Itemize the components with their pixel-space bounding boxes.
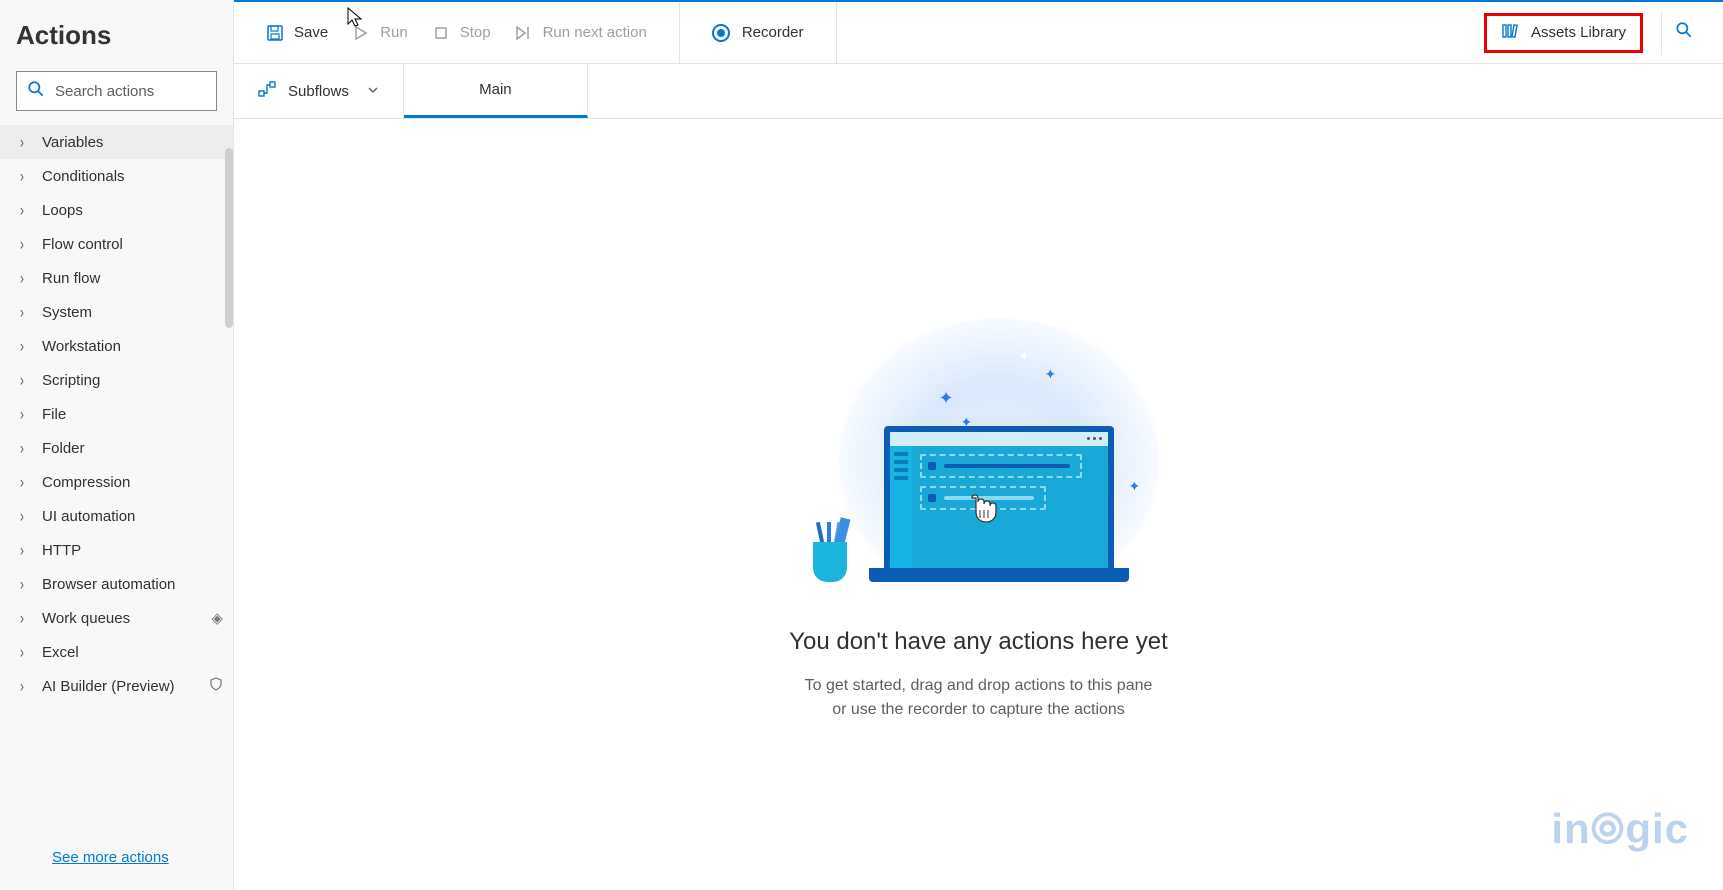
empty-state-subtitle: To get started, drag and drop actions to… <box>805 674 1153 722</box>
category-label: Workstation <box>42 338 223 355</box>
chevron-right-icon: › <box>20 676 32 696</box>
see-more-actions-link[interactable]: See more actions <box>52 849 169 866</box>
chevron-right-icon: › <box>20 234 32 254</box>
tab-main[interactable]: Main <box>404 64 588 118</box>
chevron-right-icon: › <box>20 506 32 526</box>
category-label: Conditionals <box>42 168 223 185</box>
recorder-label: Recorder <box>742 24 804 41</box>
run-next-action-button[interactable]: Run next action <box>515 24 647 42</box>
category-label: AI Builder (Preview) <box>42 678 203 695</box>
category-item-folder[interactable]: › Folder <box>0 431 233 465</box>
play-icon <box>352 24 370 42</box>
category-label: Loops <box>42 202 223 219</box>
chevron-right-icon: › <box>20 200 32 220</box>
stop-button[interactable]: Stop <box>432 24 491 42</box>
category-label: Flow control <box>42 236 223 253</box>
empty-state-title: You don't have any actions here yet <box>789 628 1168 656</box>
chevron-right-icon: › <box>20 268 32 288</box>
save-label: Save <box>294 24 328 41</box>
sidebar-title: Actions <box>0 0 233 61</box>
tab-main-label: Main <box>479 81 512 98</box>
category-label: Variables <box>42 134 223 151</box>
actions-sidebar: Actions › Variables › Conditionals › Loops › Fl… <box>0 0 234 890</box>
empty-state-illustration: ✦ ✦ ✦ ✦ ✦ <box>799 318 1159 598</box>
category-item-excel[interactable]: › Excel <box>0 635 233 669</box>
category-label: Browser automation <box>42 576 223 593</box>
category-item-flow-control[interactable]: › Flow control <box>0 227 233 261</box>
category-item-http[interactable]: › HTTP <box>0 533 233 567</box>
search-actions-box[interactable] <box>16 71 217 111</box>
category-label: Folder <box>42 440 223 457</box>
action-categories: › Variables › Conditionals › Loops › Flow contr… <box>0 125 233 835</box>
category-label: Work queues <box>42 610 205 627</box>
chevron-right-icon: › <box>20 608 32 628</box>
category-label: Excel <box>42 644 223 661</box>
subflows-dropdown[interactable]: Subflows <box>234 64 404 118</box>
designer-canvas[interactable]: ✦ ✦ ✦ ✦ ✦ <box>234 119 1723 890</box>
run-button[interactable]: Run <box>352 24 408 42</box>
subflows-icon <box>258 80 276 102</box>
category-item-ui-automation[interactable]: › UI automation <box>0 499 233 533</box>
watermark-logo: in⦾gic <box>1551 805 1689 854</box>
premium-icon: ◈ <box>211 609 223 627</box>
category-item-run-flow[interactable]: › Run flow <box>0 261 233 295</box>
category-label: File <box>42 406 223 423</box>
category-item-compression[interactable]: › Compression <box>0 465 233 499</box>
chevron-right-icon: › <box>20 642 32 662</box>
record-icon <box>712 24 730 42</box>
category-label: HTTP <box>42 542 223 559</box>
chevron-right-icon: › <box>20 302 32 322</box>
search-actions-input[interactable] <box>55 83 254 100</box>
category-item-work-queues[interactable]: › Work queues ◈ <box>0 601 233 635</box>
recorder-button[interactable]: Recorder <box>712 24 804 42</box>
save-button[interactable]: Save <box>266 24 328 42</box>
search-icon <box>27 80 45 103</box>
run-next-label: Run next action <box>543 24 647 41</box>
chevron-right-icon: › <box>20 132 32 152</box>
category-item-conditionals[interactable]: › Conditionals <box>0 159 233 193</box>
run-label: Run <box>380 24 408 41</box>
stop-icon <box>432 24 450 42</box>
category-item-scripting[interactable]: › Scripting <box>0 363 233 397</box>
chevron-right-icon: › <box>20 438 32 458</box>
category-label: System <box>42 304 223 321</box>
category-label: Compression <box>42 474 223 491</box>
chevron-right-icon: › <box>20 166 32 186</box>
subflow-tabstrip: Subflows Main <box>234 64 1723 119</box>
toolbar-search-button[interactable] <box>1661 11 1705 55</box>
category-item-system[interactable]: › System <box>0 295 233 329</box>
search-icon <box>1675 21 1693 44</box>
category-label: Scripting <box>42 372 223 389</box>
category-item-variables[interactable]: › Variables <box>0 125 233 159</box>
save-icon <box>266 24 284 42</box>
category-item-file[interactable]: › File <box>0 397 233 431</box>
top-toolbar: Save Run Stop Run next action Recorder <box>234 0 1723 64</box>
chevron-right-icon: › <box>20 404 32 424</box>
category-label: UI automation <box>42 508 223 525</box>
chevron-right-icon: › <box>20 370 32 390</box>
category-label: Run flow <box>42 270 223 287</box>
category-item-browser-automation[interactable]: › Browser automation <box>0 567 233 601</box>
chevron-right-icon: › <box>20 336 32 356</box>
stop-label: Stop <box>460 24 491 41</box>
shield-icon <box>209 677 223 695</box>
assets-library-button[interactable]: Assets Library <box>1484 13 1643 53</box>
category-item-loops[interactable]: › Loops <box>0 193 233 227</box>
assets-library-label: Assets Library <box>1531 24 1626 41</box>
chevron-right-icon: › <box>20 540 32 560</box>
chevron-down-icon <box>367 83 379 100</box>
subflows-label: Subflows <box>288 83 349 100</box>
category-item-workstation[interactable]: › Workstation <box>0 329 233 363</box>
category-item-ai-builder-preview-[interactable]: › AI Builder (Preview) <box>0 669 233 703</box>
chevron-right-icon: › <box>20 574 32 594</box>
library-icon <box>1501 22 1519 44</box>
chevron-right-icon: › <box>20 472 32 492</box>
step-icon <box>515 24 533 42</box>
